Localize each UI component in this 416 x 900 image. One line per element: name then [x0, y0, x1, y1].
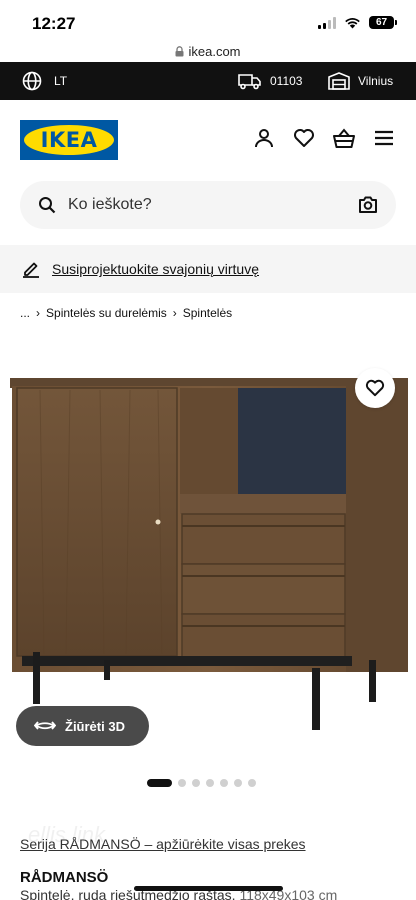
menu-icon[interactable]: [372, 126, 396, 150]
kitchen-planner-promo[interactable]: Susiprojektuokite svajonių virtuvę: [0, 245, 416, 293]
pencil-icon: [23, 262, 39, 278]
carousel-dot[interactable]: [234, 779, 242, 787]
view-3d-button[interactable]: Žiūrėti 3D: [16, 706, 149, 746]
heart-icon: [365, 379, 385, 397]
battery-icon: 67: [369, 16, 397, 29]
store-icon: [328, 72, 350, 90]
ikea-logo[interactable]: IKEA: [20, 120, 118, 160]
lock-icon: [175, 45, 184, 56]
breadcrumb-ellipsis[interactable]: ...: [20, 306, 30, 320]
status-bar: 12:27 67: [0, 0, 416, 40]
store-label: Vilnius: [358, 74, 394, 88]
globe-icon: [22, 71, 42, 91]
search-input[interactable]: Ko ieškote?: [68, 196, 152, 214]
carousel-dot[interactable]: [220, 779, 228, 787]
store-selector[interactable]: Vilnius: [328, 62, 393, 100]
url-bar[interactable]: ikea.com: [0, 40, 416, 62]
rotate-3d-icon: [34, 721, 56, 730]
cellular-signal-icon: [318, 16, 336, 29]
favorite-button[interactable]: [355, 368, 395, 408]
truck-icon: [238, 74, 261, 90]
product-name: RÅDMANSÖ: [20, 869, 109, 886]
header-actions: [252, 126, 396, 150]
chevron-right-icon: ›: [172, 306, 177, 320]
breadcrumb-item[interactable]: Spintelės: [183, 306, 232, 320]
camera-search-icon[interactable]: [358, 196, 378, 214]
home-indicator: [134, 886, 283, 891]
wifi-icon: [345, 17, 360, 28]
promo-link[interactable]: Susiprojektuokite svajonių virtuvę: [52, 261, 259, 277]
url-text: ikea.com: [188, 43, 241, 59]
search-icon: [39, 197, 56, 214]
search-bar[interactable]: Ko ieškote?: [20, 181, 396, 229]
user-icon[interactable]: [252, 126, 276, 150]
carousel-dot[interactable]: [248, 779, 256, 787]
image-carousel-indicator: [147, 779, 256, 787]
chevron-right-icon: ›: [36, 306, 41, 320]
breadcrumb-item[interactable]: Spintelės su durelėmis: [46, 306, 167, 320]
logo-text: IKEA: [40, 128, 98, 152]
carousel-dot[interactable]: [147, 779, 172, 787]
product-image[interactable]: [0, 330, 416, 768]
basket-icon[interactable]: [332, 126, 356, 150]
site-header: IKEA: [0, 100, 416, 180]
status-time: 12:27: [32, 14, 76, 33]
postal-code-selector[interactable]: 01103: [238, 62, 302, 100]
cabinet-illustration: [10, 378, 408, 730]
carousel-dot[interactable]: [178, 779, 186, 787]
view-3d-label: Žiūrėti 3D: [65, 718, 125, 734]
language-label: LT: [54, 74, 68, 88]
language-selector[interactable]: LT: [22, 62, 67, 100]
breadcrumb: ... › Spintelės su durelėmis › Spintelės: [20, 306, 232, 320]
carousel-dot[interactable]: [192, 779, 200, 787]
heart-icon[interactable]: [292, 126, 316, 150]
series-link[interactable]: Serija RÅDMANSÖ – apžiūrėkite visas prek…: [20, 836, 306, 852]
postal-code-label: 01103: [270, 74, 303, 88]
top-strip: LT 01103 Vilnius: [0, 62, 416, 100]
status-icons: 67: [318, 16, 397, 29]
carousel-dot[interactable]: [206, 779, 214, 787]
